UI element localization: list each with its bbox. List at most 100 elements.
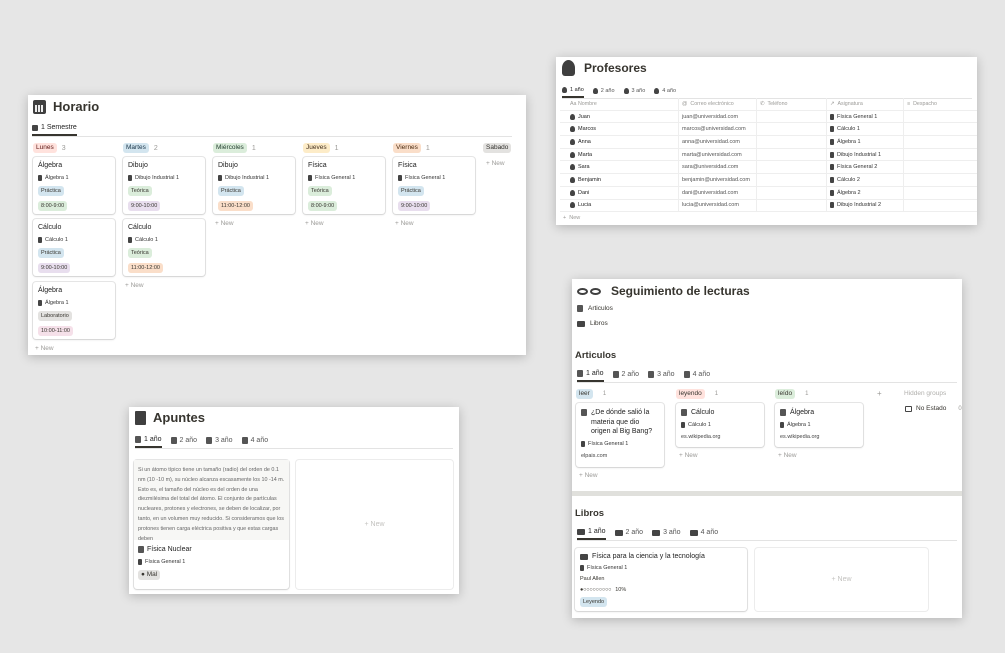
- tab-1-ano[interactable]: 1 año: [562, 85, 584, 98]
- new-card-button[interactable]: + New: [395, 220, 414, 227]
- cell-asignatura[interactable]: Álgebra 1: [827, 136, 904, 148]
- schedule-card[interactable]: Física Física General 1 Práctica 9:00-10:00: [393, 157, 475, 214]
- table-row[interactable]: Anna anna@universidad.com Álgebra 1: [560, 136, 977, 149]
- cell-nombre[interactable]: Dani: [560, 186, 679, 199]
- schedule-card[interactable]: Física Física General 1 Teórica 8:00-9:00: [303, 157, 385, 214]
- cell-telefono[interactable]: [757, 110, 827, 123]
- cell-asignatura[interactable]: Cálculo 1: [827, 123, 904, 136]
- tab-4-ano[interactable]: 4 año: [683, 368, 710, 382]
- schedule-card[interactable]: Álgebra Álgebra 1 Práctica 8:00-9:00: [33, 157, 115, 214]
- tab-3-ano[interactable]: 3 año: [623, 85, 645, 98]
- cell-despacho[interactable]: [904, 136, 977, 148]
- schedule-card[interactable]: Dibujo Dibujo Industrial 1 Teórica 9:00-10:…: [123, 157, 205, 214]
- new-card-placeholder[interactable]: + New: [296, 460, 453, 589]
- cell-correo[interactable]: dani@universidad.com: [679, 186, 757, 199]
- column-header-telefono[interactable]: ✆ Teléfono: [757, 98, 827, 110]
- new-card-button[interactable]: + New: [679, 452, 698, 459]
- cell-correo[interactable]: marta@universidad.com: [679, 148, 757, 161]
- cell-nombre[interactable]: Juan: [560, 110, 679, 123]
- new-card-button[interactable]: + New: [579, 472, 598, 479]
- column-header[interactable]: Miércoles 1: [213, 143, 256, 153]
- tab-1-semestre[interactable]: 1 Semestre: [32, 122, 77, 136]
- column-header[interactable]: Viernes 1: [393, 143, 430, 153]
- schedule-card[interactable]: Álgebra Álgebra 1 Laboratorio 10:00-11:00: [33, 282, 115, 339]
- new-card-button[interactable]: + New: [35, 345, 54, 352]
- schedule-card[interactable]: Cálculo Cálculo 1 Práctica 9:00-10:00: [33, 219, 115, 276]
- new-card-button[interactable]: + New: [778, 452, 797, 459]
- column-header-correo[interactable]: @ Correo electrónico: [679, 98, 757, 110]
- cell-telefono[interactable]: [757, 161, 827, 174]
- column-header[interactable]: Martes 2: [123, 143, 158, 153]
- cell-asignatura[interactable]: Dibujo Industrial 2: [827, 199, 904, 212]
- tab-4-ano[interactable]: 4 año: [241, 434, 268, 448]
- table-row[interactable]: Sara sara@universidad.com Física General 2: [560, 161, 977, 175]
- add-group-button[interactable]: +: [877, 389, 882, 398]
- cell-asignatura[interactable]: Dibujo Industrial 1: [827, 148, 904, 161]
- table-row[interactable]: Marcos marcos@universidad.com Cálculo 1: [560, 123, 977, 137]
- tab-3-ano[interactable]: 3 año: [652, 526, 681, 540]
- column-header-nombre[interactable]: Aa Nombre: [560, 98, 679, 110]
- cell-correo[interactable]: marcos@universidad.com: [679, 123, 757, 136]
- cell-nombre[interactable]: Marcos: [560, 123, 679, 136]
- group-header[interactable]: leído 1: [775, 389, 808, 399]
- cell-asignatura[interactable]: Cálculo 2: [827, 174, 904, 186]
- cell-nombre[interactable]: Lucia: [560, 199, 679, 212]
- cell-despacho[interactable]: [904, 187, 977, 199]
- table-row[interactable]: Benjamin benjamin@universidad.com Cálculo …: [560, 174, 977, 187]
- cell-despacho[interactable]: [904, 149, 977, 161]
- group-header[interactable]: leyendo 1: [676, 389, 718, 399]
- cell-correo[interactable]: sara@universidad.com: [679, 161, 757, 174]
- group-header[interactable]: leer 1: [576, 389, 606, 399]
- cell-correo[interactable]: lucia@universidad.com: [679, 199, 757, 212]
- column-header-asignatura[interactable]: ↗ Asignatura: [827, 98, 904, 110]
- cell-despacho[interactable]: [904, 174, 977, 186]
- tab-4-ano[interactable]: 4 año: [689, 526, 718, 540]
- new-card-button[interactable]: + New: [305, 220, 324, 227]
- cell-nombre[interactable]: Sara: [560, 161, 679, 174]
- cell-despacho[interactable]: [904, 200, 977, 212]
- new-card-placeholder[interactable]: + New: [755, 548, 928, 611]
- book-card[interactable]: Física para la ciencia y la tecnología F…: [575, 548, 747, 611]
- cell-correo[interactable]: benjamin@universidad.com: [679, 174, 757, 186]
- cell-telefono[interactable]: [757, 148, 827, 161]
- table-row[interactable]: Dani dani@universidad.com Álgebra 2: [560, 186, 977, 200]
- column-header[interactable]: Lunes 3: [33, 143, 66, 153]
- table-row[interactable]: Marta marta@universidad.com Dibujo Industr…: [560, 148, 977, 162]
- cell-telefono[interactable]: [757, 174, 827, 186]
- tab-3-ano[interactable]: 3 año: [648, 368, 675, 382]
- tab-3-ano[interactable]: 3 año: [206, 434, 233, 448]
- schedule-card[interactable]: Cálculo Cálculo 1 Teórica 11:00-12:00: [123, 219, 205, 276]
- cell-telefono[interactable]: [757, 199, 827, 212]
- article-card[interactable]: ¿De dónde salió la materia que dio orige…: [576, 403, 664, 467]
- table-row[interactable]: Lucia lucia@universidad.com Dibujo Industr…: [560, 199, 977, 213]
- cell-telefono[interactable]: [757, 136, 827, 148]
- cell-telefono[interactable]: [757, 186, 827, 199]
- link-libros[interactable]: Libros: [577, 320, 608, 327]
- cell-nombre[interactable]: Marta: [560, 148, 679, 161]
- cell-asignatura[interactable]: Álgebra 2: [827, 186, 904, 199]
- cell-asignatura[interactable]: Física General 2: [827, 161, 904, 174]
- new-card-button[interactable]: + New: [215, 220, 234, 227]
- column-header[interactable]: Jueves 1: [303, 143, 339, 153]
- new-card-button[interactable]: + New: [486, 160, 505, 167]
- cell-correo[interactable]: juan@universidad.com: [679, 110, 757, 123]
- cell-despacho[interactable]: [904, 111, 977, 123]
- tab-1-ano[interactable]: 1 año: [577, 526, 606, 540]
- tab-2-ano[interactable]: 2 año: [592, 85, 615, 98]
- cell-correo[interactable]: anna@universidad.com: [679, 136, 757, 148]
- column-header-despacho[interactable]: ≡ Despacho: [904, 98, 977, 110]
- tab-2-ano[interactable]: 2 año: [170, 434, 197, 448]
- schedule-card[interactable]: Dibujo Dibujo Industrial 1 Práctica 11:00-1…: [213, 157, 295, 214]
- cell-nombre[interactable]: Anna: [560, 136, 679, 148]
- tab-4-ano[interactable]: 4 año: [654, 85, 676, 98]
- tab-2-ano[interactable]: 2 año: [612, 368, 639, 382]
- cell-asignatura[interactable]: Física General 1: [827, 110, 904, 123]
- hidden-group-no-estado[interactable]: No Estado 0: [905, 405, 962, 412]
- apunte-card[interactable]: Si un átomo típico tiene un tamaño (radi…: [134, 460, 289, 589]
- article-card[interactable]: Álgebra Álgebra 1 es.wikipedia.org: [775, 403, 863, 447]
- article-card[interactable]: Cálculo Cálculo 1 es.wikipedia.org: [676, 403, 764, 447]
- tab-2-ano[interactable]: 2 año: [614, 526, 643, 540]
- tab-1-ano[interactable]: 1 año: [135, 434, 162, 448]
- tab-1-ano[interactable]: 1 año: [577, 368, 604, 382]
- cell-nombre[interactable]: Benjamin: [560, 174, 679, 186]
